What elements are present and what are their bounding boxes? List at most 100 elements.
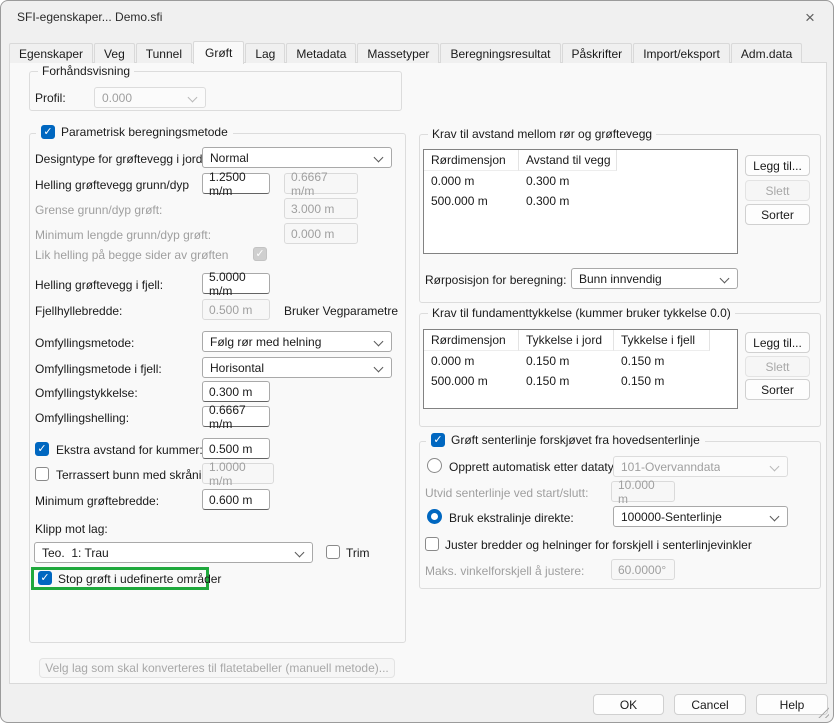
tab-lag[interactable]: Lag bbox=[245, 43, 285, 63]
stop-groft-label: Stop grøft i udefinerte områder bbox=[58, 572, 221, 586]
column-header[interactable]: Tykkelse i fjell bbox=[614, 330, 710, 351]
chevron-down-icon bbox=[295, 548, 305, 558]
tab-metadata[interactable]: Metadata bbox=[286, 43, 356, 63]
parametrisk-label: Parametrisk beregningsmetode bbox=[61, 125, 228, 139]
auto-datatype-label: Opprett automatisk etter datatype: bbox=[449, 460, 630, 474]
fundament-header-row[interactable]: Rørdimensjon Tykkelse i jord Tykkelse i … bbox=[424, 330, 737, 351]
close-button[interactable]: × bbox=[795, 5, 825, 31]
chevron-down-icon bbox=[188, 93, 198, 103]
utvid-label: Utvid senterlinje ved start/slutt: bbox=[425, 486, 588, 500]
tab-groft[interactable]: Grøft bbox=[193, 41, 244, 64]
rorposisjon-label: Rørposisjon for beregning: bbox=[425, 273, 566, 287]
group-senterlinje-header: ✓ Grøft senterlinje forskjøvet fra hoved… bbox=[426, 433, 705, 447]
group-avstand-legend: Krav til avstand mellom rør og grøfteveg… bbox=[428, 127, 656, 141]
column-header[interactable]: Tykkelse i jord bbox=[519, 330, 614, 351]
grense-input: 3.000 m bbox=[284, 198, 358, 219]
parametrisk-checkbox[interactable]: ✓ bbox=[41, 125, 55, 139]
omfyllingsmetode-combobox[interactable]: Følg rør med helning bbox=[202, 331, 392, 352]
column-header[interactable]: Avstand til vegg bbox=[519, 150, 617, 171]
auto-datatype-combobox: 101-Overvanndata bbox=[613, 456, 788, 477]
fjellhylle-note: Bruker Vegparametre bbox=[284, 304, 398, 318]
avstand-sort-button[interactable]: Sorter bbox=[745, 204, 810, 225]
cancel-button[interactable]: Cancel bbox=[674, 694, 746, 715]
close-icon: × bbox=[805, 8, 815, 28]
omfyllingsmetode-fjell-combobox[interactable]: Horisontal bbox=[202, 357, 392, 378]
ok-button[interactable]: OK bbox=[593, 694, 664, 715]
avstand-add-button[interactable]: Legg til... bbox=[745, 155, 810, 176]
juster-checkbox[interactable] bbox=[425, 537, 439, 551]
tab-paskrifter[interactable]: Påskrifter bbox=[562, 43, 633, 63]
column-header-filler bbox=[710, 330, 737, 351]
table-cell: 0.150 m bbox=[519, 371, 614, 391]
omfyllingshelling-label: Omfyllingshelling: bbox=[35, 411, 129, 425]
fundament-sort-button[interactable]: Sorter bbox=[745, 379, 810, 400]
helling-grunn-secondary-input: 0.6667 m/m bbox=[284, 173, 358, 194]
helling-grunn-input[interactable]: 1.2500 m/m bbox=[202, 173, 270, 194]
klipp-combobox[interactable]: Teo. 1: Trau bbox=[34, 542, 313, 563]
window-title: SFI-egenskaper... Demo.sfi bbox=[17, 10, 162, 24]
ekstralinje-radio[interactable] bbox=[427, 509, 442, 524]
table-cell: 0.150 m bbox=[614, 371, 710, 391]
avstand-table: Rørdimensjon Avstand til vegg 0.000 m 0.… bbox=[423, 149, 738, 254]
sfi-properties-dialog: SFI-egenskaper... Demo.sfi × Egenskaper … bbox=[0, 0, 834, 723]
table-row[interactable]: 0.000 m 0.300 m bbox=[424, 171, 737, 191]
table-cell: 0.000 m bbox=[424, 351, 519, 371]
tab-egenskaper[interactable]: Egenskaper bbox=[9, 43, 93, 63]
helling-grunn-label: Helling grøftevegg grunn/dyp bbox=[35, 178, 189, 192]
senterlinje-label: Grøft senterlinje forskjøvet fra hovedse… bbox=[451, 433, 700, 447]
table-row[interactable]: 500.000 m 0.300 m bbox=[424, 191, 737, 211]
table-cell: 0.300 m bbox=[519, 171, 617, 191]
min-bredde-label: Minimum grøftebredde: bbox=[35, 494, 159, 508]
rorposisjon-combobox[interactable]: Bunn innvendig bbox=[571, 268, 738, 289]
chevron-down-icon bbox=[720, 274, 730, 284]
help-button[interactable]: Help bbox=[756, 694, 828, 715]
ekstralinje-combobox[interactable]: 100000-Senterlinje bbox=[613, 506, 788, 527]
designtype-label: Designtype for grøftevegg i jord: bbox=[35, 152, 206, 166]
ekstra-avstand-input[interactable]: 0.500 m bbox=[202, 438, 270, 459]
tab-massetyper[interactable]: Massetyper bbox=[357, 43, 439, 63]
terrassert-label: Terrassert bunn med skråning: bbox=[56, 468, 218, 482]
tab-beregningsresultat[interactable]: Beregningsresultat bbox=[440, 43, 560, 63]
column-header-filler bbox=[617, 150, 737, 171]
chevron-down-icon bbox=[374, 153, 384, 163]
table-cell: 500.000 m bbox=[424, 191, 519, 211]
omfyllingshelling-input[interactable]: 0.6667 m/m bbox=[202, 406, 270, 427]
group-fundament-legend: Krav til fundamenttykkelse (kummer bruke… bbox=[428, 306, 735, 320]
table-row[interactable]: 0.000 m 0.150 m 0.150 m bbox=[424, 351, 737, 371]
ekstra-avstand-label: Ekstra avstand for kummer: bbox=[56, 443, 203, 457]
omfyllingstykkelse-input[interactable]: 0.300 m bbox=[202, 381, 270, 402]
min-lengde-label: Minimum lengde grunn/dyp grøft: bbox=[35, 228, 211, 242]
designtype-combobox[interactable]: Normal bbox=[202, 147, 392, 168]
table-cell: 0.150 m bbox=[614, 351, 710, 371]
check-icon: ✓ bbox=[433, 435, 442, 446]
auto-datatype-radio[interactable] bbox=[427, 458, 442, 473]
min-bredde-input[interactable]: 0.600 m bbox=[202, 489, 270, 510]
helling-fjell-label: Helling grøftevegg i fjell: bbox=[35, 278, 163, 292]
group-forhandsvisning-legend: Forhåndsvisning bbox=[38, 64, 134, 78]
column-header[interactable]: Rørdimensjon bbox=[424, 330, 519, 351]
trim-checkbox[interactable] bbox=[326, 545, 340, 559]
avstand-header-row[interactable]: Rørdimensjon Avstand til vegg bbox=[424, 150, 737, 171]
column-header[interactable]: Rørdimensjon bbox=[424, 150, 519, 171]
chevron-down-icon bbox=[374, 337, 384, 347]
table-cell: 0.000 m bbox=[424, 171, 519, 191]
tab-tunnel[interactable]: Tunnel bbox=[136, 43, 192, 63]
helling-fjell-input[interactable]: 5.0000 m/m bbox=[202, 273, 270, 294]
tab-import-eksport[interactable]: Import/eksport bbox=[633, 43, 730, 63]
convert-layers-button: Velg lag som skal konverteres til flatet… bbox=[39, 658, 395, 678]
ekstra-avstand-checkbox[interactable]: ✓ bbox=[35, 442, 49, 456]
table-row[interactable]: 500.000 m 0.150 m 0.150 m bbox=[424, 371, 737, 391]
table-cell: 0.300 m bbox=[519, 191, 617, 211]
lik-helling-label: Lik helling på begge sider av grøften bbox=[35, 248, 228, 262]
grense-label: Grense grunn/dyp grøft: bbox=[35, 203, 162, 217]
tab-veg[interactable]: Veg bbox=[94, 43, 135, 63]
fundament-add-button[interactable]: Legg til... bbox=[745, 332, 810, 353]
stop-groft-checkbox[interactable]: ✓ bbox=[38, 571, 52, 585]
check-icon: ✓ bbox=[37, 444, 46, 455]
terrassert-checkbox[interactable] bbox=[35, 467, 49, 481]
senterlinje-checkbox[interactable]: ✓ bbox=[431, 433, 445, 447]
tab-adm-data[interactable]: Adm.data bbox=[731, 43, 802, 63]
maks-vinkel-label: Maks. vinkelforskjell å justere: bbox=[425, 564, 584, 578]
klipp-label: Klipp mot lag: bbox=[35, 522, 108, 536]
group-parametrisk-header: ✓ Parametrisk beregningsmetode bbox=[36, 125, 233, 139]
